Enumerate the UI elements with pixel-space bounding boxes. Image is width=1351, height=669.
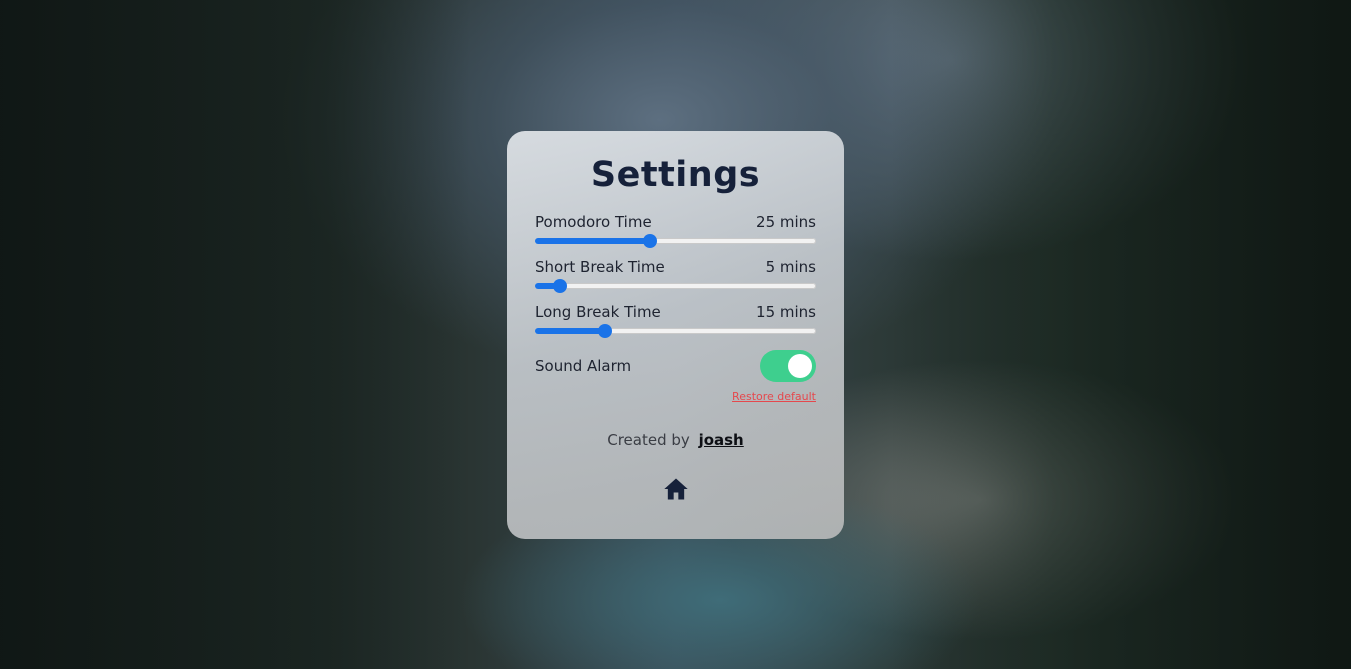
pomodoro-slider[interactable]: [535, 234, 816, 248]
home-icon[interactable]: [662, 475, 690, 503]
sound-alarm-setting: Sound Alarm: [535, 350, 816, 382]
background-forest-left: [0, 0, 470, 669]
long-break-setting: Long Break Time 15 mins: [535, 303, 816, 338]
pomodoro-setting: Pomodoro Time 25 mins: [535, 213, 816, 248]
long-break-label: Long Break Time: [535, 303, 661, 321]
pomodoro-label: Pomodoro Time: [535, 213, 652, 231]
long-break-slider[interactable]: [535, 324, 816, 338]
credit-line: Created by joash: [535, 431, 816, 449]
long-break-value: 15 mins: [756, 303, 816, 321]
pomodoro-slider-fill: [535, 238, 651, 244]
background-forest-right: [891, 0, 1351, 669]
sound-alarm-toggle-knob: [788, 354, 812, 378]
page-title: Settings: [590, 155, 761, 195]
restore-default-link[interactable]: Restore default: [732, 390, 816, 403]
long-break-slider-thumb[interactable]: [598, 324, 613, 338]
short-break-setting: Short Break Time 5 mins: [535, 258, 816, 293]
settings-card: Settings Pomodoro Time 25 mins Short Bre…: [507, 131, 844, 539]
sound-alarm-label: Sound Alarm: [535, 357, 632, 375]
credit-author-link[interactable]: joash: [699, 431, 744, 449]
sound-alarm-toggle[interactable]: [760, 350, 816, 382]
credit-prefix: Created by: [607, 431, 690, 449]
long-break-slider-fill: [535, 328, 606, 334]
short-break-label: Short Break Time: [535, 258, 665, 276]
short-break-slider[interactable]: [535, 279, 816, 293]
short-break-value: 5 mins: [765, 258, 816, 276]
restore-default-container: Restore default: [535, 390, 816, 403]
short-break-slider-thumb[interactable]: [553, 279, 568, 293]
pomodoro-value: 25 mins: [756, 213, 816, 231]
pomodoro-slider-thumb[interactable]: [643, 234, 658, 248]
